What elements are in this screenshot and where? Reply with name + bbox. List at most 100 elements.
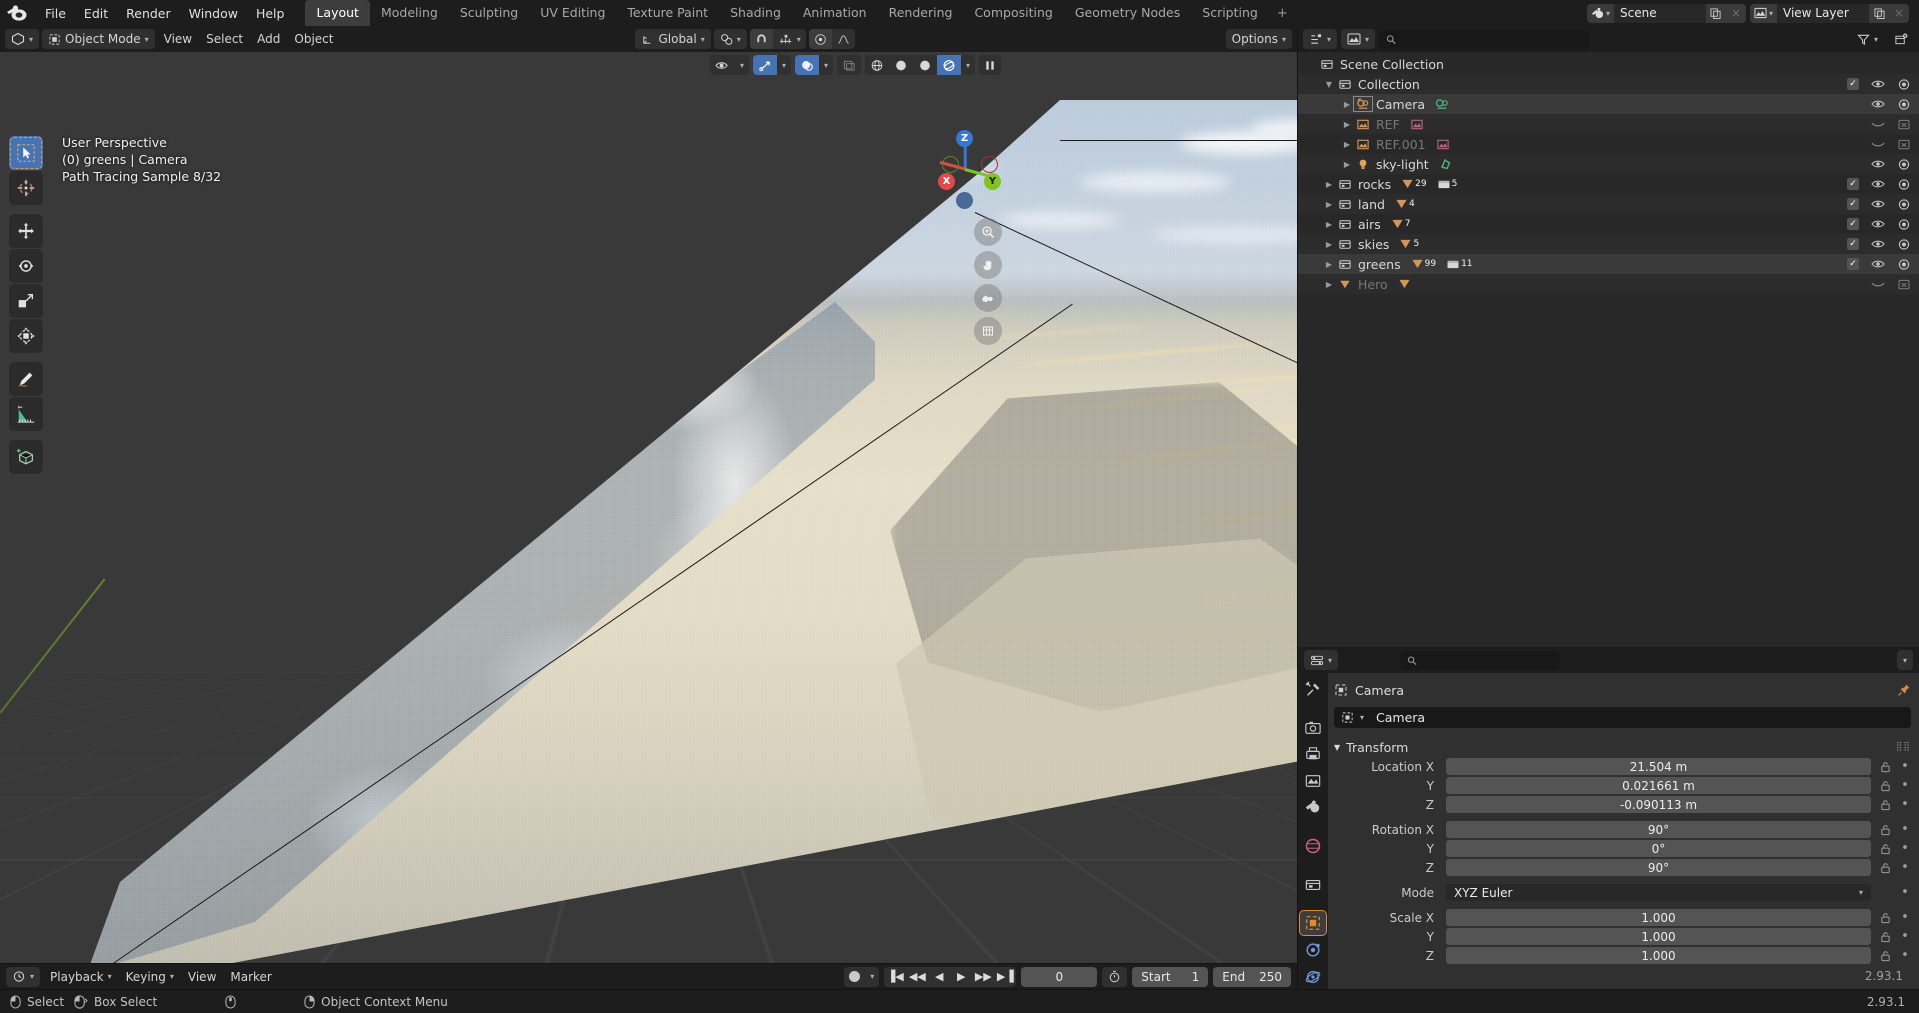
transform-orientation-selector[interactable]: Global ▾ — [635, 29, 711, 49]
scene-name[interactable]: Scene — [1613, 3, 1706, 23]
view-layer-name[interactable]: View Layer — [1777, 3, 1869, 23]
record-icon[interactable] — [844, 967, 865, 987]
scale-tool[interactable] — [9, 284, 43, 318]
outliner-search-input[interactable] — [1379, 29, 1590, 49]
outliner-search-field[interactable] — [1401, 32, 1583, 46]
collection-tab[interactable] — [1300, 872, 1326, 897]
property-value-field[interactable]: 1.000 — [1446, 947, 1871, 964]
hide-in-viewport-icon[interactable] — [1871, 278, 1885, 290]
properties-options-button[interactable]: ▾ — [1896, 650, 1913, 670]
disclosure-closed-icon[interactable]: ▶ — [1322, 260, 1336, 269]
disable-in-render-icon[interactable] — [1897, 118, 1911, 131]
hide-in-viewport-icon[interactable] — [1871, 238, 1885, 250]
gizmo-axis-z[interactable]: Z — [956, 130, 973, 147]
visibility-group[interactable]: ▾ — [709, 55, 749, 75]
disclosure-closed-icon[interactable]: ▶ — [1322, 180, 1336, 189]
zoom-icon[interactable] — [974, 218, 1002, 246]
menu-render[interactable]: Render — [117, 3, 180, 24]
disable-in-render-icon[interactable] — [1897, 158, 1911, 171]
badge-camera-data[interactable] — [1435, 97, 1451, 111]
view-layer-selector[interactable]: ▾ View Layer × — [1749, 3, 1909, 23]
outliner-id-type-icon[interactable]: ▾ — [1341, 29, 1376, 49]
exclude-checkbox[interactable]: ✓ — [1847, 78, 1859, 90]
modifiers-tab[interactable] — [1300, 937, 1326, 962]
panel-drag-handle[interactable]: ⣿⣿ — [1896, 742, 1911, 752]
disclosure-closed-icon[interactable]: ▶ — [1340, 140, 1354, 149]
gizmo-icon[interactable] — [752, 55, 777, 75]
property-value-field[interactable]: 0.021661 m — [1446, 777, 1871, 794]
outliner-row-airs[interactable]: ▶ airs 7 ✓ — [1298, 214, 1919, 234]
badge-mesh-data[interactable]: 29 — [1401, 178, 1427, 190]
lock-icon[interactable] — [1877, 950, 1893, 962]
outliner-row-sky-light[interactable]: ▶ sky-light — [1298, 154, 1919, 174]
outliner-row-land[interactable]: ▶ land 4 ✓ — [1298, 194, 1919, 214]
view-layer-tab[interactable] — [1300, 769, 1326, 794]
object-mode-selector[interactable]: Object Mode ▾ — [42, 29, 155, 49]
options-button[interactable]: Options ▾ — [1225, 29, 1292, 49]
lock-icon[interactable] — [1877, 780, 1893, 792]
rendered-shading-button[interactable] — [936, 55, 961, 75]
gizmo-axis-neg-x[interactable] — [981, 156, 998, 173]
gizmo-axis-neg-y[interactable] — [942, 156, 959, 173]
add-cube-tool[interactable] — [9, 440, 43, 474]
lock-icon[interactable] — [1877, 843, 1893, 855]
measure-tool[interactable] — [9, 397, 43, 431]
outliner-row-scene-collection[interactable]: Scene Collection — [1298, 54, 1919, 74]
outliner-row-collection[interactable]: ▼ Collection ✓ — [1298, 74, 1919, 94]
timeline-editor-icon[interactable]: ▾ — [6, 966, 41, 987]
hide-in-viewport-icon[interactable] — [1871, 218, 1885, 230]
animate-property-icon[interactable]: • — [1899, 822, 1911, 837]
overlays-icon[interactable] — [794, 55, 819, 75]
next-keyframe-icon[interactable]: ▶▶ — [972, 967, 994, 987]
exclude-checkbox[interactable]: ✓ — [1847, 178, 1859, 190]
play-reverse-icon[interactable]: ◀ — [928, 967, 950, 987]
remove-view-layer-button[interactable]: × — [1889, 3, 1909, 23]
hide-in-viewport-icon[interactable] — [1871, 78, 1885, 90]
disclosure-closed-icon[interactable]: ▶ — [1340, 100, 1354, 109]
navigation-gizmo[interactable]: Z X Y — [929, 130, 1001, 209]
material-preview-shading-button[interactable] — [913, 55, 937, 75]
timeline-menu-view[interactable]: View — [182, 967, 222, 987]
exclude-checkbox[interactable]: ✓ — [1847, 238, 1859, 250]
play-icon[interactable]: ▶ — [950, 967, 972, 987]
object-tab[interactable] — [1299, 909, 1327, 937]
shading-dropdown[interactable]: ▾ — [961, 55, 975, 75]
animate-property-icon[interactable]: • — [1899, 948, 1911, 963]
animate-property-icon[interactable]: • — [1899, 929, 1911, 944]
properties-search-input[interactable] — [1400, 650, 1561, 670]
disclosure-closed-icon[interactable]: ▶ — [1322, 200, 1336, 209]
new-scene-button[interactable] — [1705, 3, 1726, 23]
new-view-layer-button[interactable] — [1869, 3, 1889, 23]
auto-keying-group[interactable]: ▾ — [844, 966, 880, 987]
new-collection-icon[interactable] — [1888, 29, 1914, 49]
property-value-field[interactable]: 1.000 — [1446, 928, 1871, 945]
wireframe-shading-button[interactable] — [865, 55, 889, 75]
add-workspace-button[interactable]: + — [1269, 2, 1296, 25]
workspace-tab-modeling[interactable]: Modeling — [370, 0, 449, 26]
rotate-tool[interactable] — [9, 249, 43, 283]
start-frame-field[interactable]: Start 1 — [1132, 966, 1209, 987]
outliner-row-ref[interactable]: ▶ REF — [1298, 114, 1919, 134]
workspace-tab-texture-paint[interactable]: Texture Paint — [616, 0, 719, 26]
overlays-group[interactable]: ▾ — [794, 55, 833, 75]
disclosure-closed-icon[interactable]: ▶ — [1340, 160, 1354, 169]
gizmo-group[interactable]: ▾ — [752, 55, 791, 75]
outliner-row-rocks[interactable]: ▶ rocks 29 5 ✓ — [1298, 174, 1919, 194]
property-value-field[interactable]: 1.000 — [1446, 909, 1871, 926]
lock-icon[interactable] — [1877, 862, 1893, 874]
outliner-row-ref-001[interactable]: ▶ REF.001 — [1298, 134, 1919, 154]
workspace-tab-animation[interactable]: Animation — [792, 0, 878, 26]
lock-icon[interactable] — [1877, 824, 1893, 836]
exclude-checkbox[interactable]: ✓ — [1847, 258, 1859, 270]
hide-in-viewport-icon[interactable] — [1871, 258, 1885, 270]
badge-mesh-data[interactable]: 5 — [1399, 238, 1419, 250]
blender-logo-icon[interactable] — [6, 3, 28, 23]
gizmo-axis-neg-z[interactable] — [956, 192, 973, 209]
badge-light-data[interactable] — [1439, 157, 1453, 171]
workspace-tab-uv-editing[interactable]: UV Editing — [529, 0, 616, 26]
viewport-menu-object[interactable]: Object — [288, 29, 339, 49]
badge-mesh-data[interactable]: 7 — [1391, 218, 1411, 230]
timeline-menu-keying[interactable]: Keying ▾ — [120, 967, 180, 987]
menu-help[interactable]: Help — [247, 3, 294, 24]
scene-icon[interactable]: ▾ — [1586, 3, 1614, 23]
